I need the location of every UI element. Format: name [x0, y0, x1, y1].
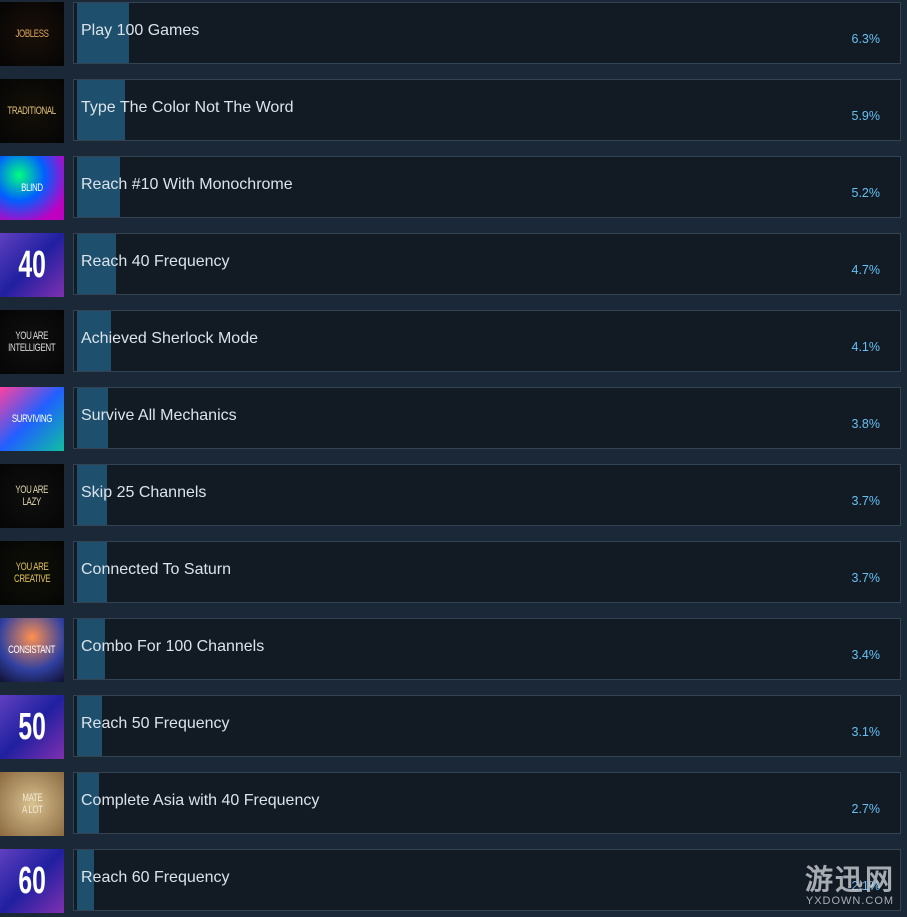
achievement-percent: 4.7%: [851, 263, 881, 277]
achievement-name: Survive All Mechanics: [81, 407, 237, 424]
achievement-percent: 5.9%: [851, 109, 881, 123]
achievement-name: Reach 50 Frequency: [81, 715, 230, 732]
achievement-panel: Type The Color Not The Word 5.9%: [73, 79, 901, 141]
achievement-name: Reach #10 With Monochrome: [81, 176, 293, 193]
achievement-row[interactable]: JOBLESS Play 100 Games 6.3%: [0, 0, 907, 66]
achievement-name: Combo For 100 Channels: [81, 638, 265, 655]
achievement-row[interactable]: TRADITIONAL Type The Color Not The Word 5.…: [0, 77, 907, 143]
icon-label: TRADITIONAL: [7, 105, 57, 117]
icon-label: 60: [18, 860, 46, 902]
surviving-icon: SURVIVING: [0, 387, 64, 451]
icon-label: BLIND: [21, 182, 43, 194]
achievement-row[interactable]: CONSISTANT Combo For 100 Channels 3.4%: [0, 616, 907, 682]
achievement-row[interactable]: YOU ARE LAZY Skip 25 Channels 3.7%: [0, 462, 907, 528]
watermark-logo: 游迅网: [804, 864, 895, 895]
achievement-name: Connected To Saturn: [81, 561, 232, 578]
achievement-percent: 3.7%: [851, 571, 881, 585]
intelligent-icon: YOU ARE INTELLIGENT: [0, 310, 64, 374]
icon-label: CONSISTANT: [8, 644, 56, 656]
achievement-panel: Reach 60 Frequency 2.1%: [73, 849, 901, 911]
blind-icon: BLIND: [0, 156, 64, 220]
achievement-panel: Reach 50 Frequency 3.1%: [73, 695, 901, 757]
achievement-percent: 3.8%: [851, 417, 881, 431]
consistant-icon: CONSISTANT: [0, 618, 64, 682]
achievement-name: Reach 40 Frequency: [81, 253, 230, 270]
achievement-panel: Skip 25 Channels 3.7%: [73, 464, 901, 526]
icon-label: MATE A LOT: [21, 792, 43, 816]
icon-label: YOU ARE CREATIVE: [13, 561, 51, 585]
achievement-percent: 2.7%: [851, 802, 881, 816]
achievement-percent: 4.1%: [851, 340, 881, 354]
achievement-panel: Survive All Mechanics 3.8%: [73, 387, 901, 449]
achievement-name: Play 100 Games: [81, 22, 200, 39]
achievement-panel: Reach 40 Frequency 4.7%: [73, 233, 901, 295]
lazy-icon: YOU ARE LAZY: [0, 464, 64, 528]
achievement-panel: Connected To Saturn 3.7%: [73, 541, 901, 603]
achievement-panel: Play 100 Games 6.3%: [73, 2, 901, 64]
icon-label: YOU ARE INTELLIGENT: [8, 330, 56, 354]
achievement-row[interactable]: YOU ARE INTELLIGENT Achieved Sherlock Mod…: [0, 308, 907, 374]
icon-label: SURVIVING: [11, 413, 53, 425]
watermark: 游迅网 YXDOWN.COM: [804, 864, 895, 908]
achievement-row[interactable]: 50 Reach 50 Frequency 3.1%: [0, 693, 907, 759]
icon-label: 50: [18, 706, 46, 748]
achievement-row[interactable]: MATE A LOT Complete Asia with 40 Frequenc…: [0, 770, 907, 836]
achievement-panel: Achieved Sherlock Mode 4.1%: [73, 310, 901, 372]
achievement-panel: Reach #10 With Monochrome 5.2%: [73, 156, 901, 218]
achievement-name: Achieved Sherlock Mode: [81, 330, 258, 347]
achievement-percent: 3.7%: [851, 494, 881, 508]
icon-label: JOBLESS: [15, 28, 49, 40]
achievement-row[interactable]: YOU ARE CREATIVE Connected To Saturn 3.7%: [0, 539, 907, 605]
icon-label: YOU ARE LAZY: [15, 484, 49, 508]
achievement-panel: Combo For 100 Channels 3.4%: [73, 618, 901, 680]
achievement-name: Complete Asia with 40 Frequency: [81, 792, 320, 809]
achievement-panel: Complete Asia with 40 Frequency 2.7%: [73, 772, 901, 834]
frequency-50-icon: 50: [0, 695, 64, 759]
achievement-percent: 5.2%: [851, 186, 881, 200]
achievement-name: Reach 60 Frequency: [81, 869, 230, 886]
achievement-percent: 6.3%: [851, 32, 881, 46]
watermark-url: YXDOWN.COM: [805, 895, 895, 907]
achievement-row[interactable]: 60 Reach 60 Frequency 2.1%: [0, 847, 907, 913]
jobless-icon: JOBLESS: [0, 2, 64, 66]
creative-icon: YOU ARE CREATIVE: [0, 541, 64, 605]
icon-label: 40: [18, 244, 46, 286]
achievement-row[interactable]: 40 Reach 40 Frequency 4.7%: [0, 231, 907, 297]
achievement-row[interactable]: SURVIVING Survive All Mechanics 3.8%: [0, 385, 907, 451]
achievement-percent: 3.4%: [851, 648, 881, 662]
achievement-percent: 3.1%: [851, 725, 881, 739]
achievement-name: Type The Color Not The Word: [81, 99, 294, 116]
frequency-40-icon: 40: [0, 233, 64, 297]
achievement-row[interactable]: BLIND Reach #10 With Monochrome 5.2%: [0, 154, 907, 220]
achievement-name: Skip 25 Channels: [81, 484, 207, 501]
mate-a-lot-icon: MATE A LOT: [0, 772, 64, 836]
frequency-60-icon: 60: [0, 849, 64, 913]
traditional-icon: TRADITIONAL: [0, 79, 64, 143]
